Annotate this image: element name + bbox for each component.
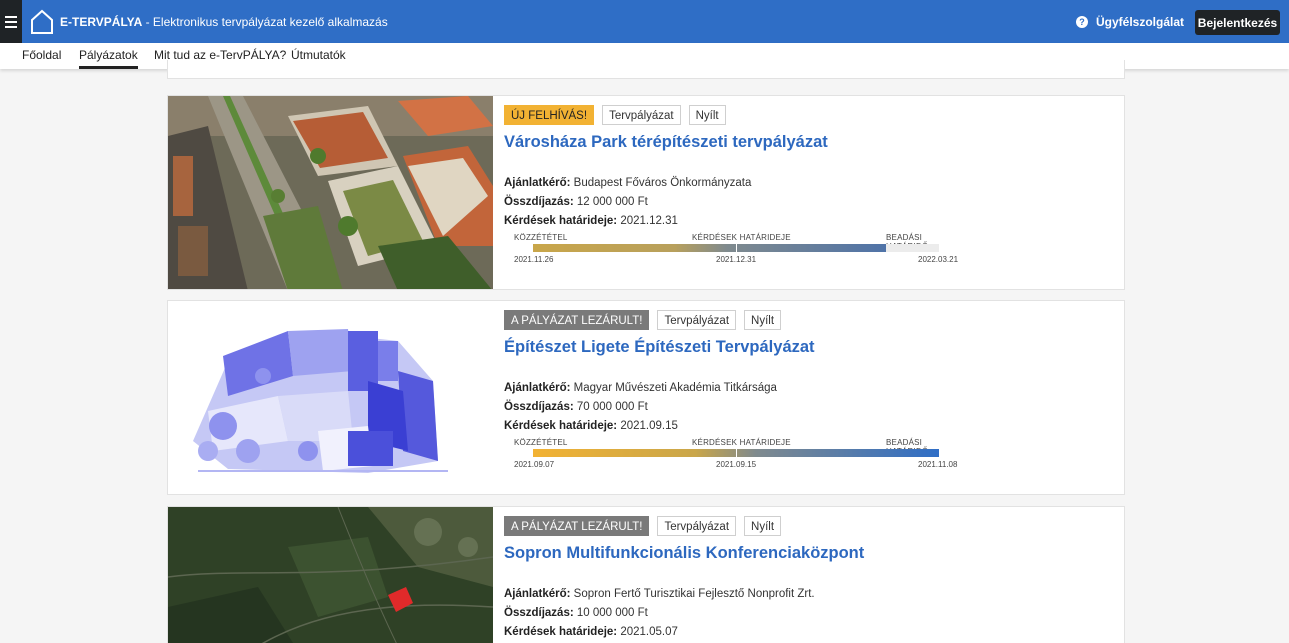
top-header: E-TERVPÁLYA - Elektronikus tervpályázat …	[0, 0, 1289, 43]
requester-row: Ajánlatkérő: Budapest Főváros Önkormányz…	[504, 174, 1114, 193]
card-image-satellite-map[interactable]	[168, 507, 493, 643]
timeline-date-submission: 2022.03.21	[918, 255, 959, 264]
help-label: Ügyfélszolgálat	[1096, 14, 1185, 29]
type-badge: Tervpályázat	[602, 105, 681, 125]
card-title-link[interactable]: Sopron Multifunkcionális Konferenciaközp…	[504, 544, 1114, 563]
card-info: Ajánlatkérő: Budapest Főváros Önkormányz…	[504, 174, 1114, 231]
prize-value: 12 000 000 Ft	[576, 196, 648, 208]
requester-value: Magyar Művészeti Akadémia Titkársága	[573, 382, 777, 394]
card-body: ÚJ FELHÍVÁS! Tervpályázat Nyílt Városház…	[504, 105, 1114, 267]
blue-3d-model-image	[168, 301, 493, 494]
type-badge: Tervpályázat	[657, 310, 737, 330]
nav-item-home[interactable]: Főoldal	[22, 48, 61, 69]
deadline-label: Kérdések határideje:	[504, 215, 618, 227]
badge-row: A PÁLYÁZAT LEZÁRULT! Tervpályázat Nyílt	[504, 516, 1114, 536]
question-icon: ?	[1076, 15, 1088, 28]
competition-card: ÚJ FELHÍVÁS! Tervpályázat Nyílt Városház…	[167, 95, 1125, 290]
prize-row: Összdíjazás: 12 000 000 Ft	[504, 193, 1114, 212]
app-name: E-TERVPÁLYA	[60, 14, 143, 29]
login-button[interactable]: Bejelentkezés	[1195, 10, 1280, 35]
requester-value: Budapest Főváros Önkormányzata	[573, 177, 752, 189]
access-badge: Nyílt	[688, 105, 726, 125]
card-info: Ajánlatkérő: Magyar Művészeti Akadémia T…	[504, 379, 1114, 436]
type-badge: Tervpályázat	[657, 516, 737, 536]
deadline-value: 2021.09.15	[620, 420, 678, 432]
competition-card: A PÁLYÁZAT LEZÁRULT! Tervpályázat Nyílt …	[167, 300, 1125, 495]
satellite-map-image	[168, 507, 493, 643]
card-info: Ajánlatkérő: Sopron Fertő Turisztikai Fe…	[504, 585, 1114, 642]
requester-label: Ajánlatkérő:	[504, 382, 571, 394]
timeline-date-published: 2021.09.07	[514, 460, 555, 469]
prize-value: 70 000 000 Ft	[576, 401, 648, 413]
previous-card-edge	[167, 60, 1125, 79]
requester-row: Ajánlatkérő: Sopron Fertő Turisztikai Fe…	[504, 585, 1114, 604]
deadline-label: Kérdések határideje:	[504, 420, 618, 432]
status-badge: ÚJ FELHÍVÁS!	[504, 105, 595, 125]
requester-value: Sopron Fertő Turisztikai Fejlesztő Nonpr…	[573, 588, 815, 600]
hamburger-menu-button[interactable]	[0, 0, 22, 43]
timeline: Közzététel Kérdések határideje Beadási h…	[513, 233, 963, 267]
card-image-aerial-city[interactable]	[168, 96, 493, 289]
help-link[interactable]: ? Ügyfélszolgálat	[1076, 0, 1184, 43]
deadline-value: 2021.05.07	[620, 626, 678, 638]
menu-icon-line	[5, 20, 17, 23]
timeline-date-questions: 2021.09.15	[716, 460, 757, 469]
timeline-label-questions: Kérdések határideje	[692, 438, 791, 447]
app-subtitle: - Elektronikus tervpályázat kezelő alkal…	[142, 14, 388, 29]
requester-label: Ajánlatkérő:	[504, 177, 571, 189]
card-title-link[interactable]: Városháza Park térépítészeti tervpályáza…	[504, 133, 1114, 152]
app-title: E-TERVPÁLYA - Elektronikus tervpályázat …	[60, 15, 388, 29]
timeline-date-submission: 2021.11.08	[918, 460, 958, 469]
timeline-date-questions: 2021.12.31	[716, 255, 757, 264]
prize-row: Összdíjazás: 70 000 000 Ft	[504, 398, 1114, 417]
timeline-midpoint-tick	[736, 449, 737, 457]
badge-row: ÚJ FELHÍVÁS! Tervpályázat Nyílt	[504, 105, 1114, 125]
badge-row: A PÁLYÁZAT LEZÁRULT! Tervpályázat Nyílt	[504, 310, 1114, 330]
deadline-row: Kérdések határideje: 2021.05.07	[504, 623, 1114, 642]
prize-value: 10 000 000 Ft	[576, 607, 648, 619]
deadline-label: Kérdések határideje:	[504, 626, 618, 638]
requester-row: Ajánlatkérő: Magyar Művészeti Akadémia T…	[504, 379, 1114, 398]
competition-card: A PÁLYÁZAT LEZÁRULT! Tervpályázat Nyílt …	[167, 506, 1125, 643]
menu-icon-line	[5, 15, 17, 18]
deadline-row: Kérdések határideje: 2021.09.15	[504, 417, 1114, 436]
card-body: A PÁLYÁZAT LEZÁRULT! Tervpályázat Nyílt …	[504, 516, 1114, 642]
status-badge: A PÁLYÁZAT LEZÁRULT!	[504, 516, 650, 536]
card-body: A PÁLYÁZAT LEZÁRULT! Tervpályázat Nyílt …	[504, 310, 1114, 472]
timeline-bar	[533, 449, 939, 457]
deadline-value: 2021.12.31	[620, 215, 678, 227]
timeline-label-published: Közzététel	[514, 233, 568, 242]
timeline-bar	[533, 244, 939, 252]
deadline-row: Kérdések határideje: 2021.12.31	[504, 212, 1114, 231]
access-badge: Nyílt	[744, 516, 782, 536]
prize-label: Összdíjazás:	[504, 196, 574, 208]
card-title-link[interactable]: Építészet Ligete Építészeti Tervpályázat	[504, 338, 1114, 357]
timeline: Közzététel Kérdések határideje Beadási h…	[513, 438, 963, 472]
prize-label: Összdíjazás:	[504, 607, 574, 619]
card-image-3d-model[interactable]	[168, 301, 493, 494]
aerial-city-image	[168, 96, 493, 289]
requester-label: Ajánlatkérő:	[504, 588, 571, 600]
nav-item-competitions[interactable]: Pályázatok	[79, 48, 138, 69]
timeline-date-published: 2021.11.26	[514, 255, 554, 264]
menu-icon-line	[5, 25, 17, 28]
house-logo-icon[interactable]	[30, 9, 54, 35]
prize-label: Összdíjazás:	[504, 401, 574, 413]
timeline-label-published: Közzététel	[514, 438, 568, 447]
prize-row: Összdíjazás: 10 000 000 Ft	[504, 604, 1114, 623]
timeline-progress-fill	[533, 244, 887, 252]
status-badge: A PÁLYÁZAT LEZÁRULT!	[504, 310, 650, 330]
timeline-label-questions: Kérdések határideje	[692, 233, 791, 242]
timeline-midpoint-tick	[736, 244, 737, 252]
access-badge: Nyílt	[744, 310, 782, 330]
